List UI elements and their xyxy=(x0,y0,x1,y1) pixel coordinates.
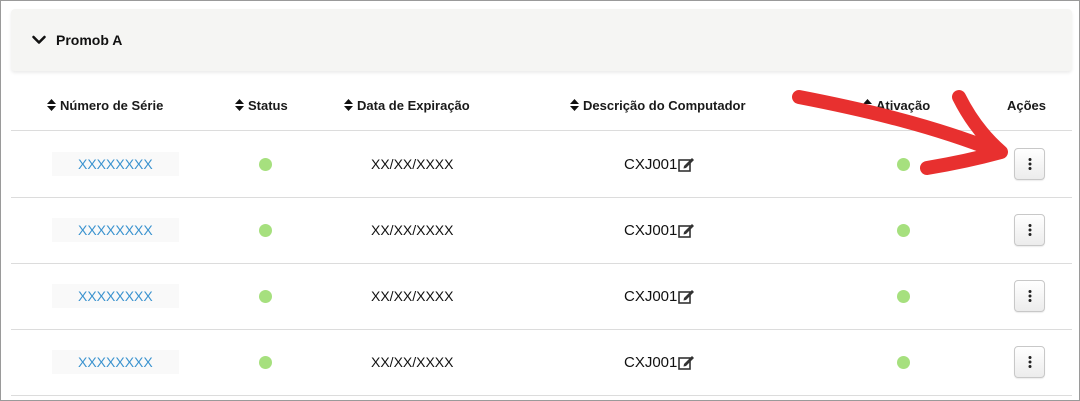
status-cell xyxy=(259,198,272,262)
kebab-menu-icon xyxy=(1028,158,1031,170)
table-row: XXXXXXXX XX/XX/XXXX CXJ001 xyxy=(11,330,1072,396)
description-cell: CXJ001 xyxy=(624,132,695,196)
status-indicator xyxy=(259,223,272,237)
edit-icon[interactable] xyxy=(678,355,695,370)
sort-icon xyxy=(235,99,244,111)
description-cell: CXJ001 xyxy=(624,264,695,328)
status-indicator xyxy=(259,157,272,171)
expiration-date: XX/XX/XXXX xyxy=(371,222,454,238)
status-indicator xyxy=(259,289,272,303)
computer-description: CXJ001 xyxy=(624,287,678,305)
sort-icon xyxy=(863,99,872,111)
computer-description: CXJ001 xyxy=(624,155,678,173)
kebab-menu-icon xyxy=(1028,224,1031,236)
activation-indicator xyxy=(897,289,910,303)
activation-cell xyxy=(897,264,910,328)
actions-cell xyxy=(1014,330,1045,394)
status-cell xyxy=(259,132,272,196)
column-header-serial[interactable]: Número de Série xyxy=(47,85,163,125)
column-header-label: Ações xyxy=(1007,97,1047,113)
status-cell xyxy=(259,264,272,328)
sort-icon xyxy=(47,99,56,111)
column-header-label: Descrição do Computador xyxy=(583,97,746,113)
panel-header-promob-a[interactable]: Promob A xyxy=(11,9,1072,71)
row-actions-button[interactable] xyxy=(1014,280,1045,312)
column-header-activation[interactable]: Ativação xyxy=(863,85,930,125)
serial-cell: XXXXXXXX xyxy=(52,132,179,196)
row-actions-button[interactable] xyxy=(1014,214,1045,246)
edit-icon[interactable] xyxy=(678,223,695,238)
description-cell: CXJ001 xyxy=(624,198,695,262)
expiration-date: XX/XX/XXXX xyxy=(371,288,454,304)
description-cell: CXJ001 xyxy=(624,330,695,394)
table-row: XXXXXXXX XX/XX/XXXX CXJ001 xyxy=(11,132,1072,198)
activation-cell xyxy=(897,330,910,394)
column-header-label: Status xyxy=(248,97,288,113)
chevron-down-icon[interactable] xyxy=(31,31,49,49)
computer-description: CXJ001 xyxy=(624,221,678,239)
activation-indicator xyxy=(897,223,910,237)
serial-number-link[interactable]: XXXXXXXX xyxy=(78,354,153,370)
activation-indicator xyxy=(897,355,910,369)
column-header-label: Data de Expiração xyxy=(357,97,470,113)
status-indicator xyxy=(259,355,272,369)
expiration-date: XX/XX/XXXX xyxy=(371,156,454,172)
kebab-menu-icon xyxy=(1028,356,1031,368)
expiration-date: XX/XX/XXXX xyxy=(371,354,454,370)
column-header-actions: Ações xyxy=(1007,85,1046,125)
activation-cell xyxy=(897,198,910,262)
activation-indicator xyxy=(897,157,910,171)
serial-number-link[interactable]: XXXXXXXX xyxy=(78,222,153,238)
serial-cell: XXXXXXXX xyxy=(52,330,179,394)
edit-icon[interactable] xyxy=(678,289,695,304)
activation-cell xyxy=(897,132,910,196)
actions-cell xyxy=(1014,132,1045,196)
row-actions-button[interactable] xyxy=(1014,346,1045,378)
column-header-label: Ativação xyxy=(876,97,931,113)
kebab-menu-icon xyxy=(1028,290,1031,302)
table-row: XXXXXXXX XX/XX/XXXX CXJ001 xyxy=(11,264,1072,330)
serial-number-link[interactable]: XXXXXXXX xyxy=(78,156,153,172)
column-header-status[interactable]: Status xyxy=(235,85,288,125)
column-header-description[interactable]: Descrição do Computador xyxy=(570,85,746,125)
actions-cell xyxy=(1014,264,1045,328)
serial-cell: XXXXXXXX xyxy=(52,198,179,262)
serial-cell: XXXXXXXX xyxy=(52,264,179,328)
column-header-expiration[interactable]: Data de Expiração xyxy=(344,85,470,125)
table-row: XXXXXXXX XX/XX/XXXX CXJ001 xyxy=(11,198,1072,264)
table-header: Número de Série Status Data de Expiração… xyxy=(11,85,1072,131)
actions-cell xyxy=(1014,198,1045,262)
sort-icon xyxy=(344,99,353,111)
computer-description: CXJ001 xyxy=(624,353,678,371)
status-cell xyxy=(259,330,272,394)
sort-icon xyxy=(570,99,579,111)
edit-icon[interactable] xyxy=(678,157,695,172)
panel-title: Promob A xyxy=(56,32,123,48)
window-frame: Promob A Número de Série Status Data de … xyxy=(0,0,1080,401)
column-header-label: Número de Série xyxy=(60,97,164,113)
serial-number-link[interactable]: XXXXXXXX xyxy=(78,288,153,304)
row-actions-button[interactable] xyxy=(1014,148,1045,180)
